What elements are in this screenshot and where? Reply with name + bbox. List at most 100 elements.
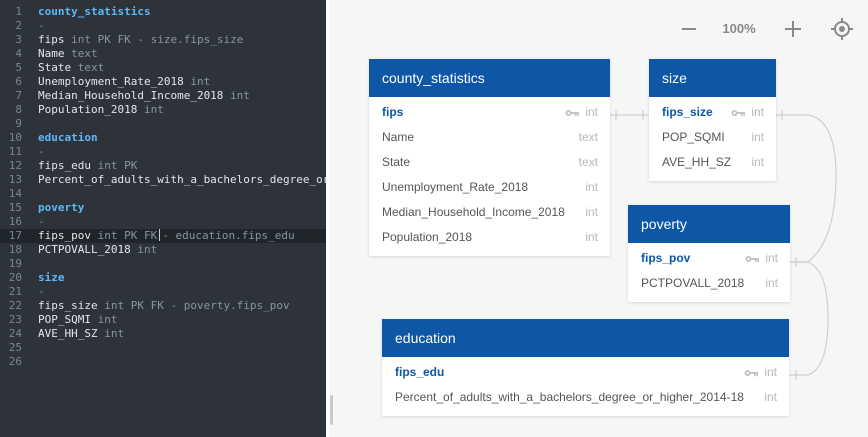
line-number: 7	[15, 89, 22, 102]
zoom-in-button[interactable]	[784, 17, 802, 41]
field-definition-token: text	[77, 61, 105, 74]
editor-line[interactable]: 17 fips_pov int PK FK - education.fips_edu	[0, 229, 326, 243]
table-size[interactable]: size fips_size int POP_SQMI int AVE_HH_SZ int	[649, 59, 776, 181]
line-number: 2	[15, 19, 22, 32]
editor-line[interactable]: 15 poverty	[0, 201, 326, 215]
field-name-token: Unemployment_Rate_2018	[38, 75, 184, 88]
table-field-row[interactable]: Percent_of_adults_with_a_bachelors_degre…	[382, 385, 789, 410]
zoom-out-button[interactable]	[680, 17, 698, 41]
plus-icon	[785, 21, 801, 37]
canvas-scrollbar[interactable]	[330, 395, 333, 425]
field-definition-token: int	[137, 243, 158, 256]
editor-line[interactable]: 5 State text	[0, 61, 326, 75]
table-header[interactable]: size	[649, 59, 776, 97]
center-view-button[interactable]	[830, 17, 854, 41]
field-name: Median_Household_Income_2018	[382, 205, 565, 219]
editor-line[interactable]: 21 -	[0, 285, 326, 299]
table-header[interactable]: poverty	[628, 205, 790, 243]
table-county-statistics[interactable]: county_statistics fips int Name text State te…	[369, 59, 610, 256]
key-icon	[565, 110, 579, 117]
line-number: 12	[8, 159, 22, 172]
field-definition-token: int	[230, 89, 250, 102]
code-text: POP_SQMI int	[38, 313, 117, 327]
editor-line[interactable]: 19	[0, 257, 326, 271]
table-field-row[interactable]: Population_2018 int	[369, 225, 610, 250]
code-text: fips_edu int PK	[38, 159, 137, 173]
line-number: 10	[8, 131, 22, 144]
table-field-row[interactable]: fips int	[369, 100, 610, 125]
editor-line[interactable]: 10 education	[0, 131, 326, 145]
editor-line[interactable]: 4 Name text	[0, 47, 326, 61]
code-text: State text	[38, 61, 104, 75]
editor-line[interactable]: 18 PCTPOVALL_2018 int	[0, 243, 326, 257]
line-number: 13	[8, 173, 22, 186]
line-number: 8	[15, 103, 22, 116]
editor-line[interactable]: 7 Median_Household_Income_2018 int	[0, 89, 326, 103]
field-type: text	[578, 155, 598, 169]
field-name: Percent_of_adults_with_a_bachelors_degre…	[395, 390, 744, 404]
editor-line[interactable]: 13 Percent_of_adults_with_a_bachelors_deg…	[0, 173, 326, 187]
code-text: fips_pov int PK FK - education.fips_edu	[38, 229, 295, 243]
table-education[interactable]: education fips_edu int Percent_of_adults_w…	[382, 319, 789, 416]
line-number: 1	[15, 5, 22, 18]
key-icon	[731, 110, 745, 117]
line-number: 24	[8, 327, 22, 340]
editor-line[interactable]: 8 Population_2018 int	[0, 103, 326, 117]
table-field-row[interactable]: fips_edu int	[382, 360, 789, 385]
field-name-token: AVE_HH_SZ	[38, 327, 98, 340]
table-field-row[interactable]: Median_Household_Income_2018 int	[369, 200, 610, 225]
field-name-token: Name	[38, 47, 65, 60]
editor-line[interactable]: 14	[0, 187, 326, 201]
table-poverty[interactable]: poverty fips_pov int PCTPOVALL_2018 int	[628, 205, 790, 302]
line-number: 4	[15, 47, 22, 60]
editor-line[interactable]: 24 AVE_HH_SZ int	[0, 327, 326, 341]
editor-line[interactable]: 16 -	[0, 215, 326, 229]
line-number: 6	[15, 75, 22, 88]
editor-line[interactable]: 9	[0, 117, 326, 131]
key-icon	[744, 370, 758, 377]
line-number: 21	[8, 285, 22, 298]
editor-line[interactable]: 26	[0, 355, 326, 369]
field-type: int	[751, 155, 764, 169]
code-text: size	[38, 271, 65, 284]
schema-code-editor[interactable]: 1 county_statistics 2-3 fips int PK FK - si…	[0, 0, 326, 437]
table-field-row[interactable]: fips_pov int	[628, 246, 790, 271]
editor-line[interactable]: 12 fips_edu int PK	[0, 159, 326, 173]
field-reference-token: - education.fips_edu	[162, 229, 295, 242]
editor-line[interactable]: 11 -	[0, 145, 326, 159]
editor-line[interactable]: 25	[0, 341, 326, 355]
table-field-row[interactable]: fips_size int	[649, 100, 776, 125]
table-field-row[interactable]: PCTPOVALL_2018 int	[628, 271, 790, 296]
code-text: Name text	[38, 47, 98, 61]
table-header[interactable]: county_statistics	[369, 59, 610, 97]
editor-line[interactable]: 20 size	[0, 271, 326, 285]
field-definition-token: int PK FK	[97, 229, 158, 242]
editor-line[interactable]: 6 Unemployment_Rate_2018 int	[0, 75, 326, 89]
editor-line[interactable]: 23 POP_SQMI int	[0, 313, 326, 327]
field-name: fips_size	[662, 105, 713, 119]
field-definition-token: text	[71, 47, 98, 60]
table-field-row[interactable]: Unemployment_Rate_2018 int	[369, 175, 610, 200]
line-number: 19	[8, 257, 22, 270]
line-number: 17	[8, 229, 22, 242]
line-number: 26	[8, 355, 22, 368]
table-header[interactable]: education	[382, 319, 789, 357]
field-type: int	[585, 205, 598, 219]
code-text: poverty	[38, 201, 85, 214]
crosshair-icon	[831, 18, 853, 40]
field-name-token: fips_pov	[38, 229, 91, 242]
table-field-row[interactable]: State text	[369, 150, 610, 175]
editor-line[interactable]: 1 county_statistics	[0, 5, 326, 19]
line-number: 18	[8, 243, 22, 256]
table-field-row[interactable]: Name text	[369, 125, 610, 150]
code-text: -	[38, 145, 45, 158]
field-name: PCTPOVALL_2018	[641, 276, 745, 290]
table-field-row[interactable]: POP_SQMI int	[649, 125, 776, 150]
table-field-row[interactable]: AVE_HH_SZ int	[649, 150, 776, 175]
editor-line[interactable]: 3 fips int PK FK - size.fips_size	[0, 33, 326, 47]
line-number: 22	[8, 299, 22, 312]
field-type: text	[578, 130, 598, 144]
editor-line[interactable]: 22 fips_size int PK FK - poverty.fips_pov	[0, 299, 326, 313]
editor-line[interactable]: 2-	[0, 19, 326, 33]
field-name-token: Population_2018	[38, 103, 138, 116]
